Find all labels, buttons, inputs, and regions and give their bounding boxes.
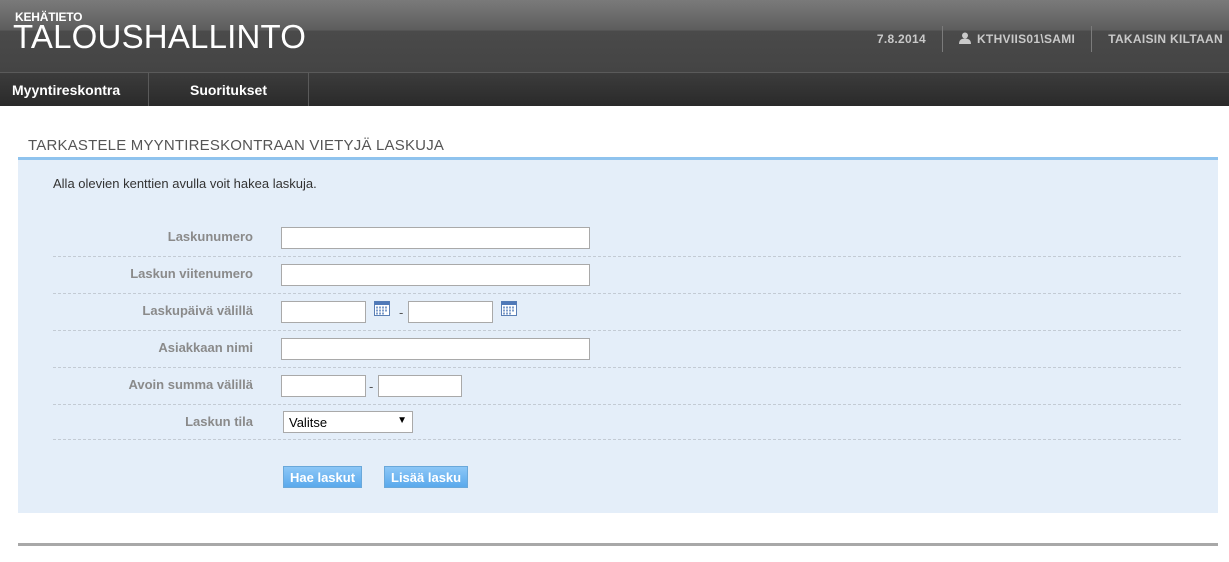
app-title: TALOUSHALLINTO xyxy=(13,18,307,55)
invoice-status-value: Valitse xyxy=(289,414,328,430)
customer-name-input[interactable] xyxy=(281,338,590,360)
row-divider xyxy=(53,367,1181,368)
invoice-number-label: Laskunumero xyxy=(167,229,253,244)
app-header: KEHÄTIETO TALOUSHALLINTO 7.8.2014 KTHVII… xyxy=(0,0,1229,72)
footer-divider xyxy=(18,543,1218,546)
reference-number-input[interactable] xyxy=(281,264,590,286)
dropdown-arrow-icon: ▼ xyxy=(397,415,407,426)
calendar-icon[interactable] xyxy=(374,301,390,316)
intro-text: Alla olevien kenttien avulla voit hakea … xyxy=(53,176,317,191)
search-invoices-button[interactable]: Hae laskut xyxy=(283,466,363,488)
date-from-input[interactable] xyxy=(281,301,366,323)
row-divider xyxy=(53,256,1181,257)
user-name: KTHVIIS01\SAMI xyxy=(976,32,1076,46)
row-divider xyxy=(53,293,1181,294)
add-invoice-button[interactable]: Lisää lasku xyxy=(384,466,469,488)
current-date: 7.8.2014 xyxy=(876,32,926,46)
date-to-input[interactable] xyxy=(408,301,493,323)
open-sum-range-label: Avoin summa välillä xyxy=(128,377,253,392)
row-divider xyxy=(53,439,1181,440)
page-title: TARKASTELE MYYNTIRESKONTRAAN VIETYJÄ LAS… xyxy=(28,137,445,154)
invoice-status-select[interactable]: Valitse ▼ xyxy=(283,411,413,433)
row-divider xyxy=(53,330,1181,331)
row-divider xyxy=(53,404,1181,405)
nav-item-myyntireskontra[interactable]: Myyntireskontra xyxy=(0,73,149,106)
calendar-icon[interactable] xyxy=(501,301,517,316)
range-separator: - xyxy=(369,379,374,394)
sum-from-input[interactable] xyxy=(281,375,366,397)
back-to-guild-link[interactable]: TAKAISIN KILTAAN xyxy=(1092,26,1229,52)
invoice-number-input[interactable] xyxy=(281,227,590,249)
search-panel xyxy=(18,160,1218,513)
main-nav: Myyntireskontra Suoritukset xyxy=(0,72,1229,106)
range-separator: - xyxy=(399,305,404,320)
customer-name-label: Asiakkaan nimi xyxy=(158,340,253,355)
nav-item-suoritukset[interactable]: Suoritukset xyxy=(149,73,309,106)
invoice-status-label: Laskun tila xyxy=(185,414,253,429)
user-icon xyxy=(958,32,971,47)
invoice-date-range-label: Laskupäivä välillä xyxy=(142,303,253,318)
reference-number-label: Laskun viitenumero xyxy=(130,266,253,281)
user-menu[interactable]: KTHVIIS01\SAMI xyxy=(943,26,1091,52)
sum-to-input[interactable] xyxy=(378,375,462,397)
header-actions: 7.8.2014 KTHVIIS01\SAMI TAKAISIN KILTAAN xyxy=(861,26,1229,52)
